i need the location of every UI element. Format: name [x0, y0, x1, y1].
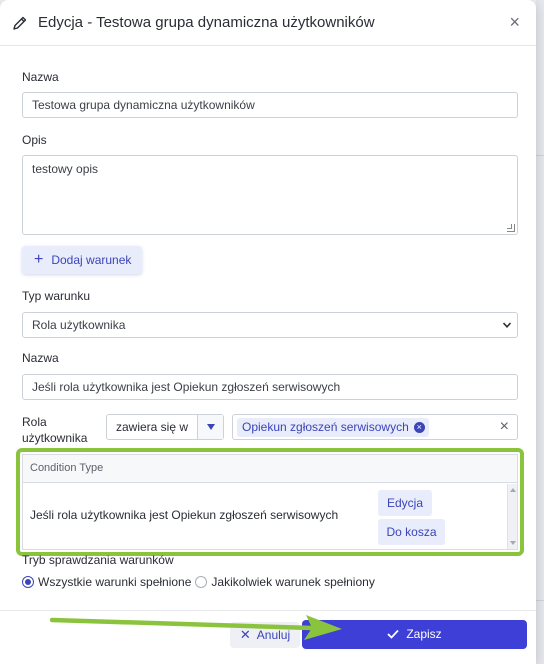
table-row: Jeśli rola użytkownika jest Opiekun zgło… — [23, 484, 507, 548]
mode-radio-group: Wszystkie warunki spełnione Jakikolwiek … — [22, 575, 375, 589]
resize-handle-icon[interactable] — [507, 224, 515, 232]
grid-header: Condition Type — [23, 455, 517, 483]
add-condition-label: Dodaj warunek — [51, 253, 132, 267]
radio-all-label: Wszystkie warunki spełnione — [38, 575, 192, 589]
strip-tick — [536, 600, 544, 601]
description-label: Opis — [22, 133, 47, 147]
caret-down-icon — [207, 424, 215, 430]
radio-all-conditions[interactable] — [22, 576, 34, 588]
operator-select[interactable]: zawiera się w — [106, 414, 224, 440]
checkmark-icon — [387, 629, 399, 639]
scroll-down-icon[interactable] — [510, 541, 516, 545]
save-button[interactable]: Zapisz — [302, 620, 527, 649]
cancel-label: Anuluj — [256, 628, 291, 642]
condition-type-value: Rola użytkownika — [32, 318, 126, 332]
operator-dropdown-toggle[interactable] — [197, 415, 223, 439]
clear-selection-icon[interactable]: × — [500, 418, 509, 436]
role-chip-label: Opiekun zgłoszeń serwisowych — [242, 420, 409, 434]
condition-type-select[interactable]: Rola użytkownika — [22, 312, 518, 338]
background-strip — [536, 0, 544, 664]
description-field[interactable]: testowy opis — [22, 155, 518, 235]
condition-name-label: Nazwa — [22, 351, 59, 365]
dialog-header: Edycja - Testowa grupa dynamiczna użytko… — [0, 0, 536, 46]
scroll-up-icon[interactable] — [510, 488, 516, 492]
dialog-title: Edycja - Testowa grupa dynamiczna użytko… — [38, 14, 375, 31]
grid-scrollbar[interactable] — [507, 484, 517, 549]
role-multiselect[interactable]: Opiekun zgłoszeń serwisowych × × — [232, 414, 518, 440]
add-condition-button[interactable]: + Dodaj warunek — [22, 246, 142, 274]
plus-icon: + — [34, 251, 44, 268]
edit-button[interactable]: Edycja — [378, 490, 432, 516]
delete-button[interactable]: Do kosza — [378, 519, 445, 545]
radio-any-condition[interactable] — [195, 576, 208, 588]
role-chip: Opiekun zgłoszeń serwisowych × — [237, 418, 429, 437]
description-text: testowy opis — [32, 162, 99, 176]
condition-cell: Jeśli rola użytkownika jest Opiekun zgło… — [30, 508, 339, 522]
cancel-button[interactable]: ✕ Anuluj — [230, 622, 300, 648]
remove-chip-icon[interactable]: × — [413, 422, 425, 433]
name-field[interactable]: Testowa grupa dynamiczna użytkowników — [22, 92, 518, 118]
chevron-down-icon — [503, 322, 511, 328]
condition-type-label: Typ warunku — [22, 289, 91, 303]
radio-any-label: Jakikolwiek warunek spełniony — [211, 575, 375, 589]
close-icon[interactable]: × — [509, 12, 520, 33]
role-label: Rola użytkownika — [22, 415, 88, 445]
edit-dialog: Edycja - Testowa grupa dynamiczna użytko… — [0, 0, 536, 664]
save-label: Zapisz — [406, 627, 442, 641]
footer-divider — [0, 610, 536, 611]
name-label: Nazwa — [22, 70, 59, 84]
condition-name-field[interactable]: Jeśli rola użytkownika jest Opiekun zgło… — [22, 374, 518, 400]
close-icon: ✕ — [239, 627, 251, 642]
pencil-icon — [13, 16, 27, 30]
strip-tick — [536, 155, 544, 156]
operator-value: zawiera się w — [116, 420, 189, 434]
conditions-grid: Condition Type Jeśli rola użytkownika je… — [22, 454, 518, 550]
mode-label: Tryb sprawdzania warunków — [22, 553, 174, 567]
